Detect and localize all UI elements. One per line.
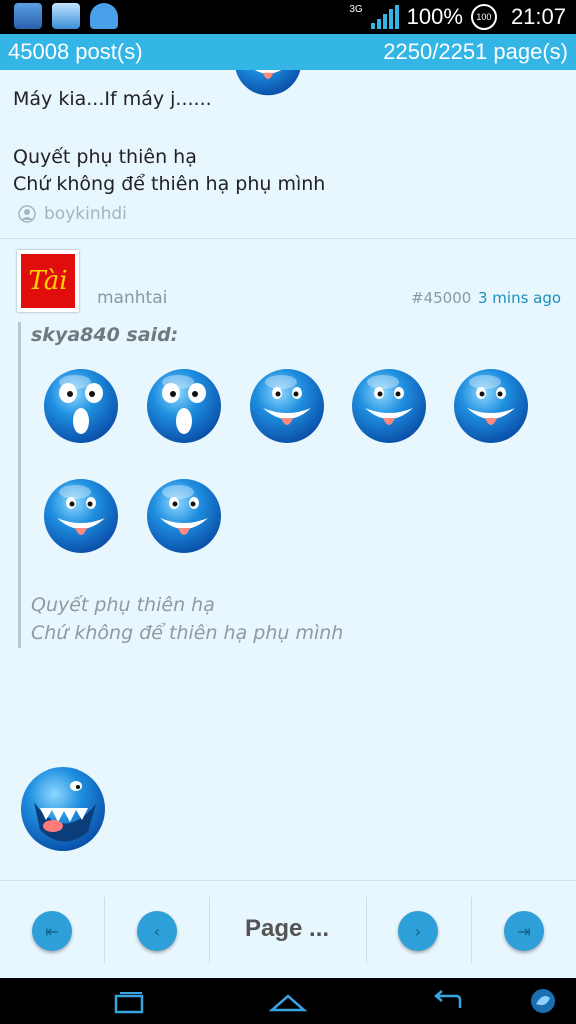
post-divider: [0, 238, 576, 239]
page-navigation: ⇤ ‹ Page ... › ⇥: [0, 880, 576, 979]
last-page-button[interactable]: ⇥: [504, 911, 544, 951]
quote-attribution[interactable]: skya840 said:: [31, 324, 178, 346]
android-notification-icon: [90, 3, 118, 29]
grin-smiley-icon: [451, 366, 531, 446]
page-count[interactable]: 2250/2251 page(s): [383, 39, 568, 65]
quote-line: Chứ không để thiên hạ phụ mình: [31, 622, 344, 644]
home-icon[interactable]: [268, 990, 308, 1014]
quote-line: Quyết phụ thiên hạ: [31, 594, 215, 616]
system-nav-bar: [0, 978, 576, 1024]
post-number[interactable]: #45000: [411, 289, 471, 307]
grin-smiley-icon: [349, 366, 429, 446]
divider: [209, 897, 210, 963]
monster-smiley-icon: [18, 764, 108, 854]
thread-header: 45008 post(s) 2250/2251 page(s): [0, 34, 576, 70]
network-type: 3G: [349, 3, 363, 15]
prev-page-button[interactable]: ‹: [137, 911, 177, 951]
prev-page-icon: ‹: [153, 921, 161, 941]
status-bar: 3G 100% 100 21:07: [0, 0, 576, 34]
page-select-button[interactable]: Page ...: [245, 915, 329, 943]
clock: 21:07: [510, 4, 566, 29]
post-count: 45008 post(s): [8, 39, 143, 64]
grin-smiley-icon: [41, 476, 121, 556]
quote-block: skya840 said: Quyết phụ thiên hạ Chứ khô…: [18, 322, 561, 648]
last-page-icon: ⇥: [517, 921, 531, 941]
recent-apps-icon[interactable]: [112, 990, 146, 1014]
divider: [471, 897, 472, 963]
next-page-icon: ›: [414, 921, 422, 941]
avatar-image: Tài: [21, 254, 75, 308]
avatar[interactable]: Tài: [17, 250, 79, 312]
app-shortcut-icon[interactable]: [528, 986, 558, 1016]
back-icon[interactable]: [430, 990, 466, 1014]
battery-icon: 100: [470, 4, 497, 30]
prev-post-line: Quyết phụ thiên hạ: [13, 146, 197, 168]
battery-percent: 100%: [406, 4, 463, 29]
prev-post-author[interactable]: boykinhdi: [18, 204, 127, 224]
signal-icon: [370, 5, 399, 29]
grin-smiley-icon: [247, 366, 327, 446]
divider: [104, 897, 105, 963]
thread-content[interactable]: Máy kia...If máy j...... Quyết phụ thiên…: [0, 70, 576, 880]
first-page-icon: ⇤: [45, 921, 59, 941]
photos-notification-icon: [14, 3, 42, 29]
mail-notification-icon: [52, 3, 80, 29]
post-username[interactable]: manhtai: [97, 288, 167, 308]
post-time: 3 mins ago: [478, 289, 562, 307]
next-page-button[interactable]: ›: [398, 911, 438, 951]
prev-post-author-name: boykinhdi: [44, 204, 127, 224]
grin-smiley-icon: [144, 476, 224, 556]
prev-post-line: Máy kia...If máy j......: [13, 88, 212, 110]
first-page-button[interactable]: ⇤: [32, 911, 72, 951]
prev-post-line: Chứ không để thiên hạ phụ mình: [13, 173, 326, 195]
user-icon: [18, 205, 36, 223]
divider: [366, 897, 367, 963]
smiley-icon: [232, 70, 304, 98]
shocked-smiley-icon: [41, 366, 121, 446]
shocked-smiley-icon: [144, 366, 224, 446]
